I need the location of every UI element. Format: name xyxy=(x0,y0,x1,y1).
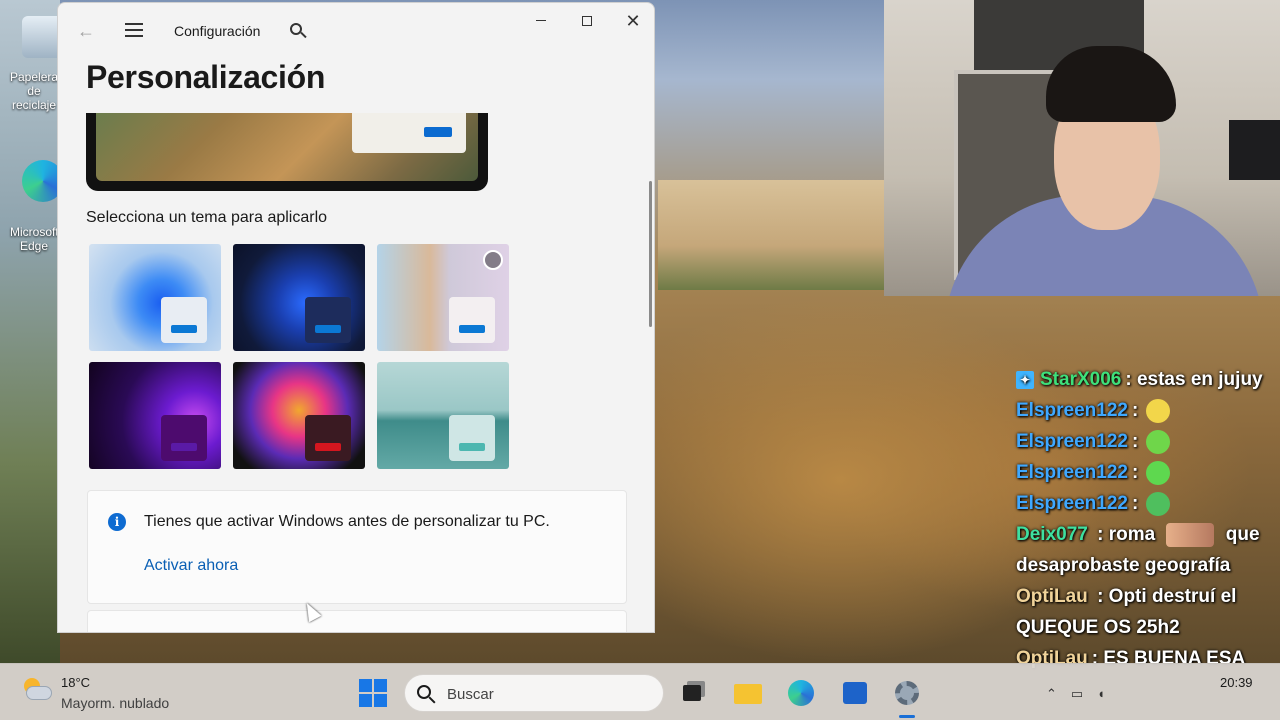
emote-icon xyxy=(1146,460,1171,485)
theme-tile-windows-dark[interactable] xyxy=(233,244,365,351)
theme-section-label: Selecciona un tema para aplicarlo xyxy=(86,209,328,226)
file-explorer-icon[interactable] xyxy=(730,676,764,710)
activate-now-link[interactable]: Activar ahora xyxy=(144,557,238,575)
hamburger-menu-icon[interactable] xyxy=(122,19,146,43)
edge-icon[interactable] xyxy=(784,676,818,710)
theme-accent-bar xyxy=(315,325,341,333)
theme-card xyxy=(449,297,495,343)
chat-user: Elspreen122 xyxy=(1016,431,1128,452)
chat-user: Deix077 xyxy=(1016,524,1088,545)
theme-accent-bar xyxy=(459,325,485,333)
webcam-monitor xyxy=(1229,120,1280,180)
page-title: Personalización xyxy=(86,59,326,95)
theme-card xyxy=(449,415,495,461)
theme-tile-captured-motion[interactable] xyxy=(233,362,365,469)
taskbar: 18°C Mayorm. nublado Buscar ⌃▭◖ 20:39 xyxy=(0,663,1280,720)
clock-time[interactable]: 20:39 xyxy=(1220,675,1253,690)
chat-text: : xyxy=(1131,493,1139,514)
info-icon: i xyxy=(108,513,126,531)
theme-accent-bar xyxy=(171,443,197,451)
emote-icon xyxy=(1146,429,1171,454)
chat-message: Elspreen122 : xyxy=(1016,488,1278,519)
theme-card xyxy=(305,297,351,343)
activation-message: Tienes que activar Windows antes de pers… xyxy=(144,513,550,530)
search-icon[interactable] xyxy=(288,21,308,41)
stream-chat: ✦ StarX006 : estas en jujuy Elspreen122 … xyxy=(1016,364,1278,674)
edge-desktop-label: Microsoft Edge xyxy=(10,225,59,253)
weather-cloud-icon[interactable] xyxy=(20,678,52,702)
chat-text: : xyxy=(1131,431,1139,452)
theme-card xyxy=(305,415,351,461)
theme-accent-bar xyxy=(459,443,485,451)
close-button[interactable]: ✕ xyxy=(610,7,654,35)
wallpaper-town xyxy=(658,180,884,290)
chat-user: StarX006 xyxy=(1040,369,1122,390)
chat-message: Deix077 : roma que desaprobaste geografí… xyxy=(1016,519,1278,581)
app-title: Configuración xyxy=(174,23,261,39)
emote-icon xyxy=(1146,491,1171,516)
webcam-overlay xyxy=(884,0,1280,296)
theme-preview xyxy=(86,113,488,191)
scrollbar[interactable] xyxy=(649,181,652,327)
taskbar-search-box[interactable]: Buscar xyxy=(404,674,664,712)
emote-icon xyxy=(1146,398,1171,423)
chat-user: Elspreen122 xyxy=(1016,462,1128,483)
chat-text: : xyxy=(1131,462,1139,483)
chat-message: Elspreen122 : xyxy=(1016,395,1278,426)
emote-image-icon xyxy=(1166,522,1215,547)
chat-message: Elspreen122 : xyxy=(1016,426,1278,457)
chat-user: Elspreen122 xyxy=(1016,493,1128,514)
search-placeholder: Buscar xyxy=(447,686,494,703)
microsoft-store-icon[interactable] xyxy=(838,676,872,710)
spotlight-badge-icon xyxy=(483,250,503,270)
weather-temperature[interactable]: 18°C xyxy=(61,675,90,690)
search-icon xyxy=(417,685,437,705)
active-app-indicator xyxy=(899,715,915,718)
recycle-bin-label: Papelera de reciclaje xyxy=(10,70,59,112)
chat-badge-icon: ✦ xyxy=(1016,370,1034,389)
start-windows-icon[interactable] xyxy=(356,676,390,710)
settings-gear-icon[interactable] xyxy=(890,676,924,710)
preview-accent-bar xyxy=(424,127,452,137)
chat-message: ✦ StarX006 : estas en jujuy xyxy=(1016,364,1278,395)
chat-user: Elspreen122 xyxy=(1016,400,1128,421)
next-settings-card[interactable] xyxy=(87,610,627,632)
maximize-button[interactable] xyxy=(564,7,610,35)
theme-accent-bar xyxy=(315,443,341,451)
theme-card xyxy=(161,415,207,461)
theme-card xyxy=(161,297,207,343)
chat-text: : xyxy=(1131,400,1139,421)
task-view-icon[interactable] xyxy=(676,676,710,710)
chat-user: OptiLau xyxy=(1016,586,1088,607)
back-arrow-icon[interactable]: ← xyxy=(74,19,98,43)
minimize-button[interactable] xyxy=(518,7,564,35)
theme-tile-flow[interactable] xyxy=(377,362,509,469)
theme-tile-windows-light[interactable] xyxy=(89,244,221,351)
system-tray-icons[interactable]: ⌃▭◖ xyxy=(1046,686,1119,702)
webcam-person-hair xyxy=(1046,46,1176,122)
title-bar: ← Configuración ✕ xyxy=(58,3,654,51)
chat-text: : roma xyxy=(1097,524,1156,545)
theme-tile-spotlight[interactable] xyxy=(377,244,509,351)
chat-message: Elspreen122 : xyxy=(1016,457,1278,488)
theme-tile-glow[interactable] xyxy=(89,362,221,469)
preview-window-sample xyxy=(352,113,466,153)
theme-accent-bar xyxy=(171,325,197,333)
settings-window: ← Configuración ✕ Personalización Selecc… xyxy=(57,2,655,633)
chat-message: OptiLau : Opti destruí el QUEQUE OS 25h2 xyxy=(1016,581,1278,643)
chat-text: : estas en jujuy xyxy=(1125,369,1263,390)
activation-notice: i Tienes que activar Windows antes de pe… xyxy=(87,490,627,604)
weather-description[interactable]: Mayorm. nublado xyxy=(61,695,169,711)
